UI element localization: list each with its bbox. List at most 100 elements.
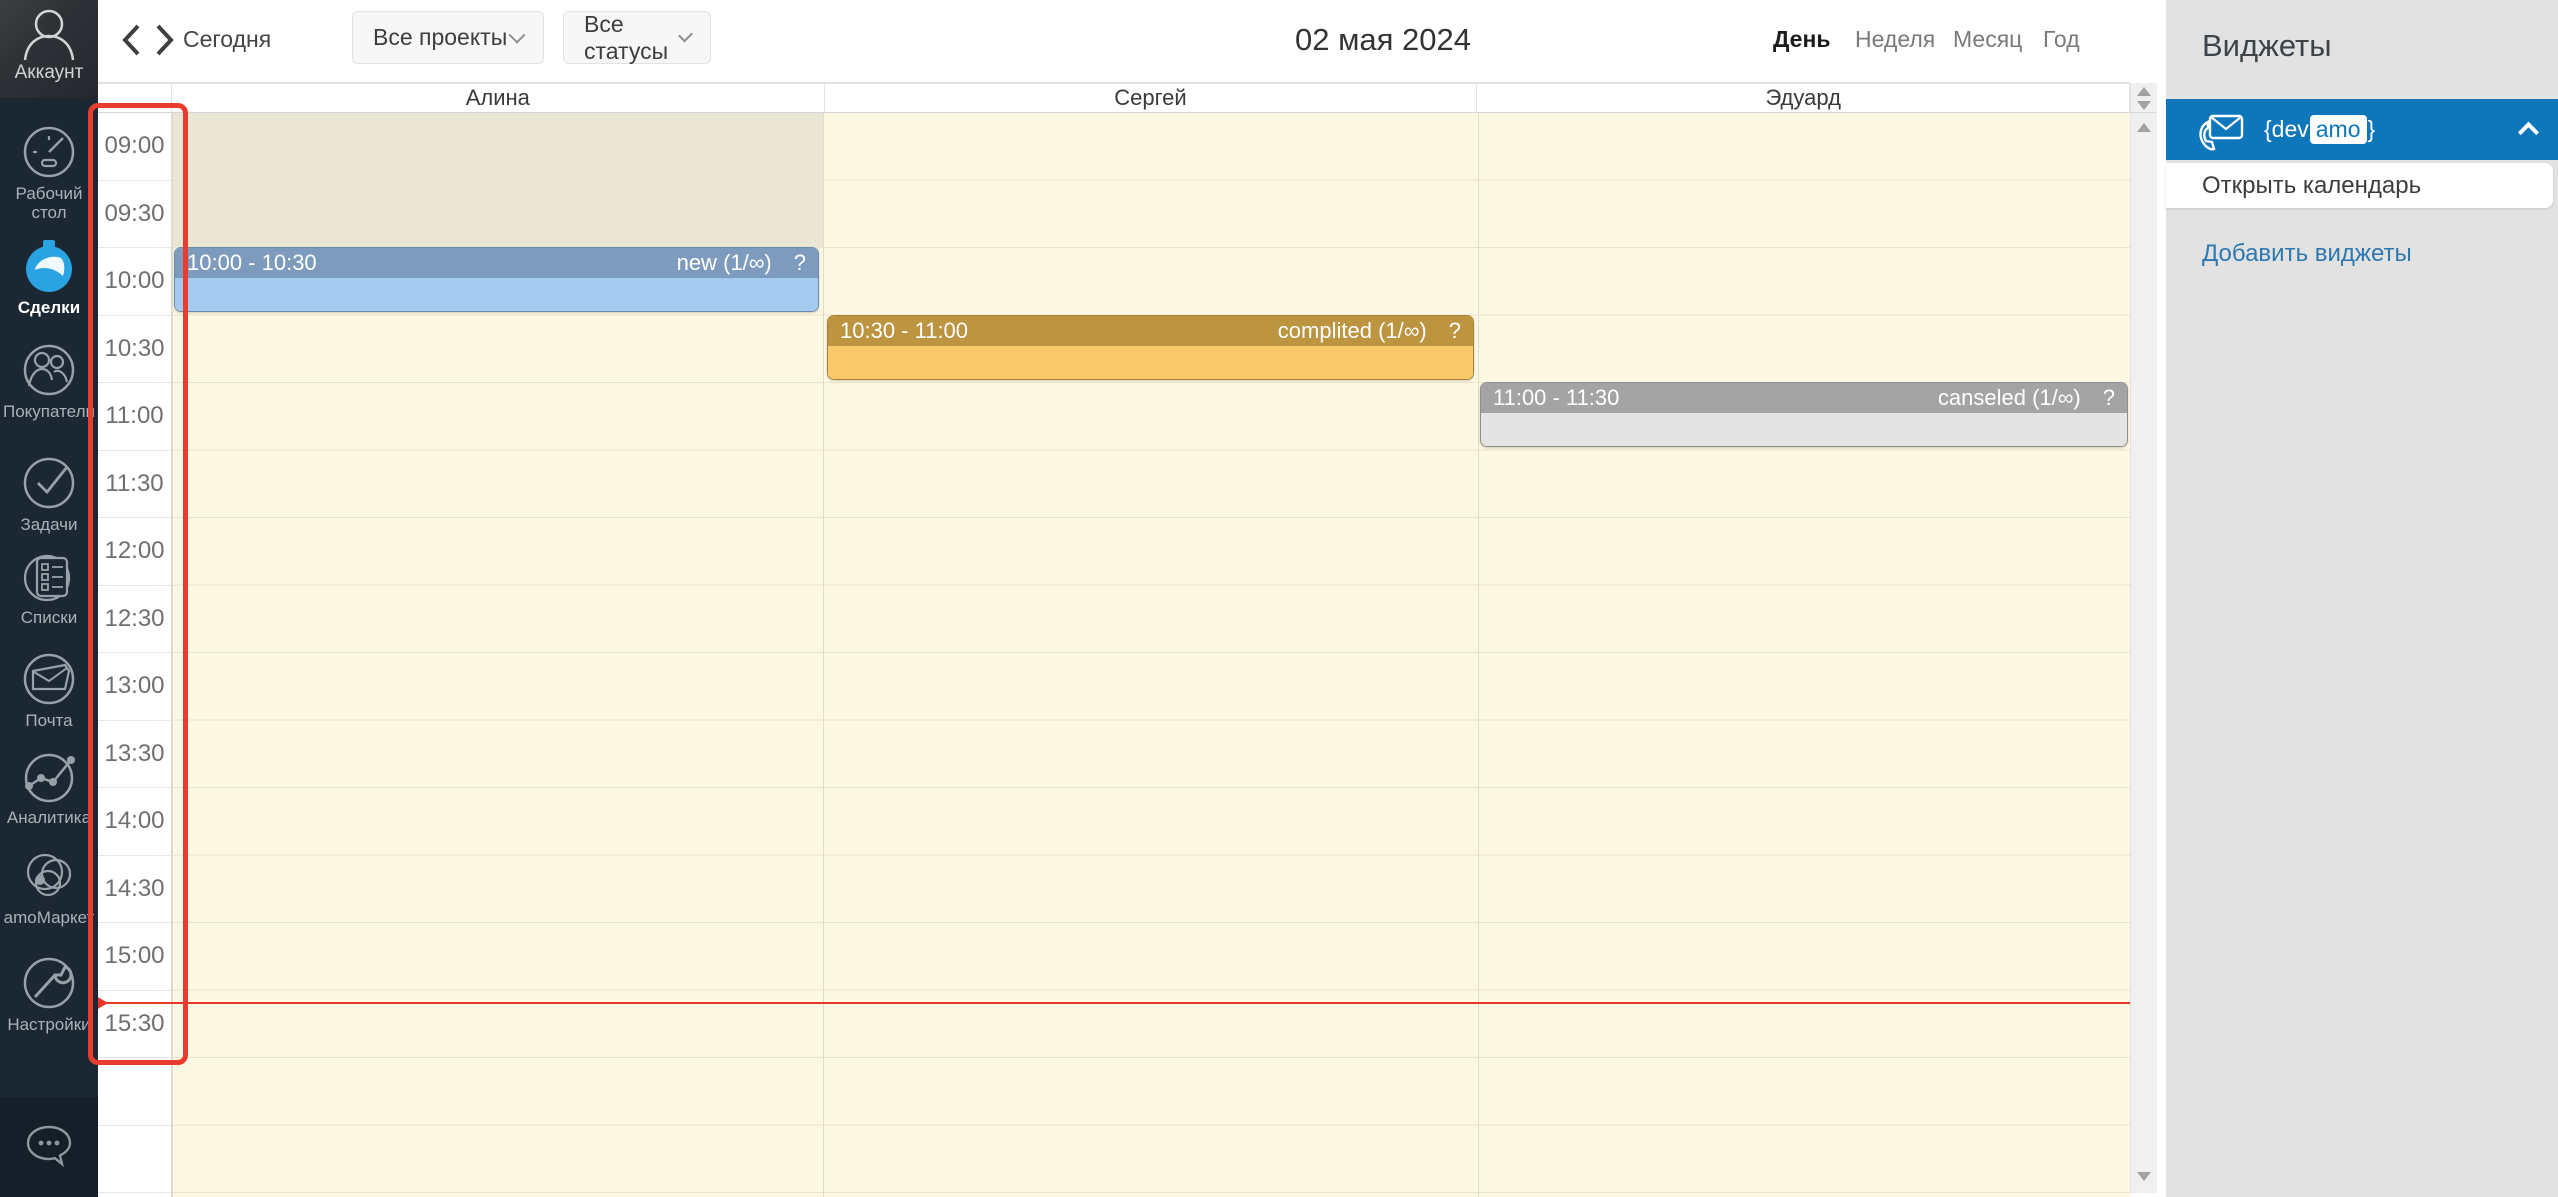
scroll-down-icon[interactable] <box>2137 101 2151 110</box>
widgets-panel-title: Виджеты <box>2202 28 2332 64</box>
project-filter-dropdown[interactable]: Все проекты <box>352 11 544 64</box>
calendar-grid: 10:00 - 10:30 new (1/∞) ? 10:30 - 11:00 … <box>172 113 2130 1197</box>
tab-view-year[interactable]: Год <box>2043 26 2080 53</box>
time-label: 13:00 <box>98 653 171 721</box>
column-header-sergey: Сергей <box>825 84 1478 112</box>
header-corner-cell <box>98 84 172 112</box>
time-label: 14:30 <box>98 856 171 924</box>
sidebar-item-leads[interactable]: Сделки <box>0 238 98 317</box>
time-label: 11:00 <box>98 383 171 451</box>
today-button[interactable]: Сегодня <box>183 26 271 53</box>
time-label: 15:00 <box>98 923 171 991</box>
project-filter-value: Все проекты <box>373 24 507 51</box>
widget-name: {devamo} <box>2264 115 2375 144</box>
devamo-widget-header[interactable]: {devamo} <box>2166 99 2558 160</box>
settings-icon <box>21 955 77 1011</box>
scroll-up-icon[interactable] <box>2137 87 2151 96</box>
time-label: 12:00 <box>98 518 171 586</box>
chevron-up-icon[interactable] <box>2518 122 2539 143</box>
event-time-range: 10:30 - 11:00 <box>840 318 968 344</box>
sidebar-item-label: Рабочий стол <box>0 184 98 222</box>
phone-mail-icon <box>2196 108 2248 152</box>
calendar-scrollbar[interactable] <box>2130 83 2157 1193</box>
day-column-eduard[interactable] <box>1478 113 2130 1197</box>
event-time-range: 11:00 - 11:30 <box>1493 385 1619 411</box>
sidebar-item-customers[interactable]: Покупатели <box>0 342 98 421</box>
customers-icon <box>21 342 77 398</box>
event-complited[interactable]: 10:30 - 11:00 complited (1/∞) ? <box>827 315 1474 380</box>
column-header-eduard: Эдуард <box>1477 84 2130 112</box>
sidebar-item-label: Настройки <box>0 1015 98 1034</box>
time-label-empty <box>98 1126 171 1194</box>
sidebar-item-label: Почта <box>0 711 98 730</box>
time-label: 09:30 <box>98 181 171 249</box>
event-status: complited <box>1278 318 1372 344</box>
time-axis-column: 09:00 09:30 10:00 10:30 11:00 11:30 12:0… <box>98 113 172 1197</box>
time-label: 14:00 <box>98 788 171 856</box>
time-label: 15:30 <box>98 991 171 1059</box>
current-date-title: 02 мая 2024 <box>1158 22 1608 58</box>
amomarket-icon <box>21 848 77 904</box>
tab-view-week[interactable]: Неделя <box>1855 26 1935 53</box>
account-label: Аккаунт <box>0 62 98 84</box>
dashboard-icon <box>21 124 77 180</box>
time-label: 10:00 <box>98 248 171 316</box>
time-label-empty <box>98 1058 171 1126</box>
open-calendar-button[interactable]: Открыть календарь <box>2166 163 2553 208</box>
sidebar-item-dashboard[interactable]: Рабочий стол <box>0 124 98 222</box>
sidebar-item-amomarket[interactable]: amoМаркет <box>0 848 98 927</box>
sidebar-item-mail[interactable]: Почта <box>0 651 98 730</box>
user-silhouette-icon <box>19 2 79 62</box>
scroll-down-icon[interactable] <box>2137 1172 2151 1181</box>
sidebar-item-label: Аналитика <box>0 808 98 827</box>
widget-name-highlight: amo <box>2310 115 2367 144</box>
event-counter: (1/∞) <box>723 250 772 276</box>
event-help-icon[interactable]: ? <box>2103 385 2115 411</box>
chat-bubble-icon[interactable] <box>24 1123 74 1169</box>
event-help-icon[interactable]: ? <box>794 250 806 276</box>
chevron-down-icon <box>509 26 526 43</box>
next-day-button[interactable] <box>154 22 184 60</box>
event-time-range: 10:00 - 10:30 <box>187 250 317 276</box>
support-chat-section <box>0 1097 98 1197</box>
app-window: Аккаунт Рабочий стол Сделки <box>0 0 2558 1197</box>
day-column-sergey[interactable] <box>823 113 1478 1197</box>
sidebar-item-settings[interactable]: Настройки <box>0 955 98 1034</box>
app-sidebar: Аккаунт Рабочий стол Сделки <box>0 0 98 1197</box>
tab-view-day[interactable]: День <box>1773 26 1831 53</box>
sidebar-item-label: Сделки <box>0 298 98 317</box>
status-filter-value: Все статусы <box>584 11 681 65</box>
sidebar-item-label: Покупатели <box>0 402 98 421</box>
sidebar-item-lists[interactable]: Списки <box>0 548 98 627</box>
lists-icon <box>21 548 77 604</box>
tasks-icon <box>21 455 77 511</box>
scroll-up-icon[interactable] <box>2137 123 2151 132</box>
event-counter: (1/∞) <box>1378 318 1427 344</box>
sidebar-item-tasks[interactable]: Задачи <box>0 455 98 534</box>
sidebar-item-analytics[interactable]: Аналитика <box>0 748 98 827</box>
leads-icon <box>21 238 77 294</box>
time-label: 10:30 <box>98 316 171 384</box>
tab-view-month[interactable]: Месяц <box>1953 26 2022 53</box>
analytics-icon <box>21 748 77 804</box>
time-label: 13:30 <box>98 721 171 789</box>
event-status: new <box>677 250 717 276</box>
account-avatar[interactable]: Аккаунт <box>0 0 98 98</box>
current-time-line <box>96 1002 2130 1004</box>
add-widgets-link[interactable]: Добавить виджеты <box>2202 240 2412 268</box>
time-label: 12:30 <box>98 586 171 654</box>
event-help-icon[interactable]: ? <box>1449 318 1461 344</box>
calendar-toolbar: Сегодня Все проекты Все статусы 02 мая 2… <box>98 0 2130 83</box>
sidebar-item-label: amoМаркет <box>0 908 98 927</box>
column-header-alina: Алина <box>172 84 825 112</box>
event-counter: (1/∞) <box>2032 385 2081 411</box>
status-filter-dropdown[interactable]: Все статусы <box>563 11 711 64</box>
event-new[interactable]: 10:00 - 10:30 new (1/∞) ? <box>174 247 819 312</box>
prev-day-button[interactable] <box>120 22 150 60</box>
event-canseled[interactable]: 11:00 - 11:30 canseled (1/∞) ? <box>1480 382 2128 447</box>
event-status: canseled <box>1938 385 2026 411</box>
non-working-hours-shading <box>173 113 823 248</box>
mail-icon <box>21 651 77 707</box>
time-label: 11:30 <box>98 451 171 519</box>
calendar-header-row: Алина Сергей Эдуард <box>98 83 2130 113</box>
